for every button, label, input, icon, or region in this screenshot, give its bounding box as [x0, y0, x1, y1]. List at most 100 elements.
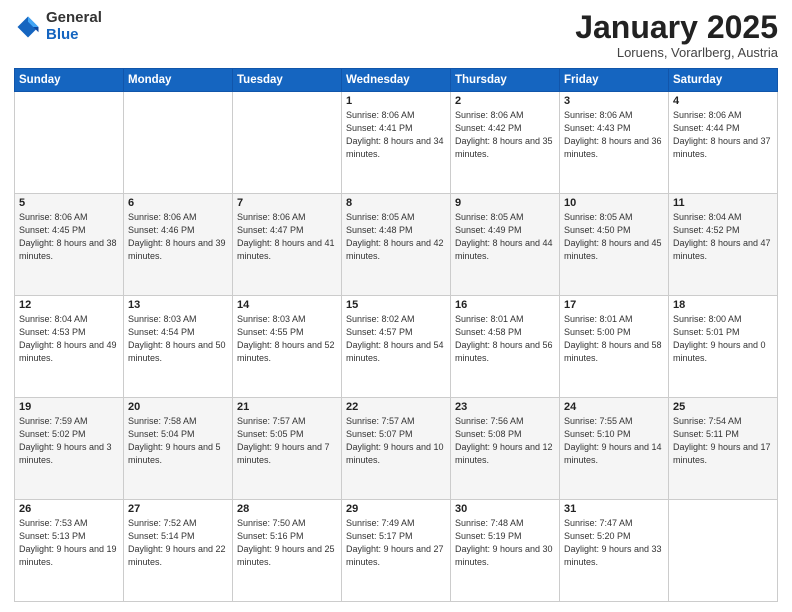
day-number: 31	[564, 503, 664, 515]
day-info: Sunrise: 8:00 AMSunset: 5:01 PMDaylight:…	[673, 313, 773, 365]
day-number: 20	[128, 401, 228, 413]
day-number: 1	[346, 95, 446, 107]
day-cell: 8 Sunrise: 8:05 AMSunset: 4:48 PMDaylight…	[342, 194, 451, 296]
day-cell: 18 Sunrise: 8:00 AMSunset: 5:01 PMDayligh…	[669, 296, 778, 398]
day-number: 18	[673, 299, 773, 311]
day-cell: 21Sunrise: 7:57 AMSunset: 5:05 PMDayligh…	[233, 398, 342, 500]
day-info: Sunrise: 8:06 AMSunset: 4:42 PMDaylight:…	[455, 109, 555, 161]
calendar-header: SundayMondayTuesdayWednesdayThursdayFrid…	[15, 69, 778, 92]
logo: General Blue	[14, 10, 102, 43]
day-header-tuesday: Tuesday	[233, 69, 342, 92]
day-cell: 1Sunrise: 8:06 AMSunset: 4:41 PMDaylight…	[342, 92, 451, 194]
calendar-table: SundayMondayTuesdayWednesdayThursdayFrid…	[14, 68, 778, 602]
day-info: Sunrise: 7:59 AMSunset: 5:02 PMDaylight:…	[19, 415, 119, 467]
day-number: 8	[346, 197, 446, 209]
day-cell: 31 Sunrise: 7:47 AMSunset: 5:20 PMDayligh…	[560, 500, 669, 602]
day-cell	[124, 92, 233, 194]
day-number: 25	[673, 401, 773, 413]
day-number: 22	[346, 401, 446, 413]
day-cell	[233, 92, 342, 194]
day-info: Sunrise: 8:06 AMSunset: 4:46 PMDaylight:…	[128, 211, 228, 263]
day-number: 24	[564, 401, 664, 413]
day-info: Sunrise: 8:04 AMSunset: 4:53 PMDaylight:…	[19, 313, 119, 365]
day-header-sunday: Sunday	[15, 69, 124, 92]
day-number: 16	[455, 299, 555, 311]
month-title: January 2025	[575, 10, 778, 45]
day-cell: 30 Sunrise: 7:48 AMSunset: 5:19 PMDayligh…	[451, 500, 560, 602]
day-number: 12	[19, 299, 119, 311]
day-info: Sunrise: 7:48 AMSunset: 5:19 PMDaylight:…	[455, 517, 555, 569]
day-cell: 14 Sunrise: 8:03 AMSunset: 4:55 PMDayligh…	[233, 296, 342, 398]
day-number: 15	[346, 299, 446, 311]
day-cell: 4 Sunrise: 8:06 AMSunset: 4:44 PMDaylight…	[669, 92, 778, 194]
day-info: Sunrise: 8:06 AMSunset: 4:43 PMDaylight:…	[564, 109, 664, 161]
day-cell: 2Sunrise: 8:06 AMSunset: 4:42 PMDaylight…	[451, 92, 560, 194]
day-info: Sunrise: 7:55 AMSunset: 5:10 PMDaylight:…	[564, 415, 664, 467]
week-row-2: 12 Sunrise: 8:04 AMSunset: 4:53 PMDayligh…	[15, 296, 778, 398]
day-info: Sunrise: 7:50 AMSunset: 5:16 PMDaylight:…	[237, 517, 337, 569]
day-info: Sunrise: 8:06 AMSunset: 4:47 PMDaylight:…	[237, 211, 337, 263]
day-number: 5	[19, 197, 119, 209]
day-info: Sunrise: 8:05 AMSunset: 4:50 PMDaylight:…	[564, 211, 664, 263]
day-info: Sunrise: 7:49 AMSunset: 5:17 PMDaylight:…	[346, 517, 446, 569]
day-cell: 6 Sunrise: 8:06 AMSunset: 4:46 PMDaylight…	[124, 194, 233, 296]
day-cell: 19Sunrise: 7:59 AMSunset: 5:02 PMDayligh…	[15, 398, 124, 500]
day-cell: 11Sunrise: 8:04 AMSunset: 4:52 PMDayligh…	[669, 194, 778, 296]
day-cell: 24 Sunrise: 7:55 AMSunset: 5:10 PMDayligh…	[560, 398, 669, 500]
day-info: Sunrise: 7:58 AMSunset: 5:04 PMDaylight:…	[128, 415, 228, 467]
day-info: Sunrise: 7:54 AMSunset: 5:11 PMDaylight:…	[673, 415, 773, 467]
header: General Blue January 2025 Loruens, Vorar…	[14, 10, 778, 60]
day-info: Sunrise: 8:03 AMSunset: 4:55 PMDaylight:…	[237, 313, 337, 365]
day-info: Sunrise: 7:47 AMSunset: 5:20 PMDaylight:…	[564, 517, 664, 569]
day-number: 11	[673, 197, 773, 209]
day-number: 3	[564, 95, 664, 107]
day-info: Sunrise: 8:05 AMSunset: 4:48 PMDaylight:…	[346, 211, 446, 263]
day-number: 23	[455, 401, 555, 413]
day-number: 17	[564, 299, 664, 311]
day-cell: 5 Sunrise: 8:06 AMSunset: 4:45 PMDaylight…	[15, 194, 124, 296]
day-number: 9	[455, 197, 555, 209]
day-number: 26	[19, 503, 119, 515]
day-cell: 13 Sunrise: 8:03 AMSunset: 4:54 PMDayligh…	[124, 296, 233, 398]
day-cell: 12 Sunrise: 8:04 AMSunset: 4:53 PMDayligh…	[15, 296, 124, 398]
logo-general: General	[46, 10, 102, 27]
day-cell: 25 Sunrise: 7:54 AMSunset: 5:11 PMDayligh…	[669, 398, 778, 500]
day-header-saturday: Saturday	[669, 69, 778, 92]
day-cell	[669, 500, 778, 602]
day-info: Sunrise: 7:56 AMSunset: 5:08 PMDaylight:…	[455, 415, 555, 467]
day-cell: 20 Sunrise: 7:58 AMSunset: 5:04 PMDayligh…	[124, 398, 233, 500]
day-info: Sunrise: 7:53 AMSunset: 5:13 PMDaylight:…	[19, 517, 119, 569]
day-cell: 7Sunrise: 8:06 AMSunset: 4:47 PMDaylight…	[233, 194, 342, 296]
day-number: 13	[128, 299, 228, 311]
header-row: SundayMondayTuesdayWednesdayThursdayFrid…	[15, 69, 778, 92]
day-header-monday: Monday	[124, 69, 233, 92]
day-number: 4	[673, 95, 773, 107]
day-number: 14	[237, 299, 337, 311]
day-info: Sunrise: 8:03 AMSunset: 4:54 PMDaylight:…	[128, 313, 228, 365]
day-cell	[15, 92, 124, 194]
logo-icon	[14, 13, 42, 41]
logo-blue: Blue	[46, 27, 102, 44]
calendar-body: 1Sunrise: 8:06 AMSunset: 4:41 PMDaylight…	[15, 92, 778, 602]
page: General Blue January 2025 Loruens, Vorar…	[0, 0, 792, 612]
day-info: Sunrise: 8:05 AMSunset: 4:49 PMDaylight:…	[455, 211, 555, 263]
day-cell: 23 Sunrise: 7:56 AMSunset: 5:08 PMDayligh…	[451, 398, 560, 500]
day-info: Sunrise: 8:06 AMSunset: 4:44 PMDaylight:…	[673, 109, 773, 161]
day-header-thursday: Thursday	[451, 69, 560, 92]
week-row-4: 26 Sunrise: 7:53 AMSunset: 5:13 PMDayligh…	[15, 500, 778, 602]
day-cell: 28Sunrise: 7:50 AMSunset: 5:16 PMDayligh…	[233, 500, 342, 602]
day-number: 29	[346, 503, 446, 515]
location: Loruens, Vorarlberg, Austria	[575, 45, 778, 60]
day-number: 6	[128, 197, 228, 209]
day-info: Sunrise: 7:57 AMSunset: 5:05 PMDaylight:…	[237, 415, 337, 467]
day-header-friday: Friday	[560, 69, 669, 92]
day-info: Sunrise: 8:06 AMSunset: 4:45 PMDaylight:…	[19, 211, 119, 263]
day-cell: 27Sunrise: 7:52 AMSunset: 5:14 PMDayligh…	[124, 500, 233, 602]
day-info: Sunrise: 8:02 AMSunset: 4:57 PMDaylight:…	[346, 313, 446, 365]
week-row-0: 1Sunrise: 8:06 AMSunset: 4:41 PMDaylight…	[15, 92, 778, 194]
day-number: 30	[455, 503, 555, 515]
title-block: January 2025 Loruens, Vorarlberg, Austri…	[575, 10, 778, 60]
day-cell: 29 Sunrise: 7:49 AMSunset: 5:17 PMDayligh…	[342, 500, 451, 602]
day-number: 10	[564, 197, 664, 209]
day-info: Sunrise: 8:01 AMSunset: 5:00 PMDaylight:…	[564, 313, 664, 365]
